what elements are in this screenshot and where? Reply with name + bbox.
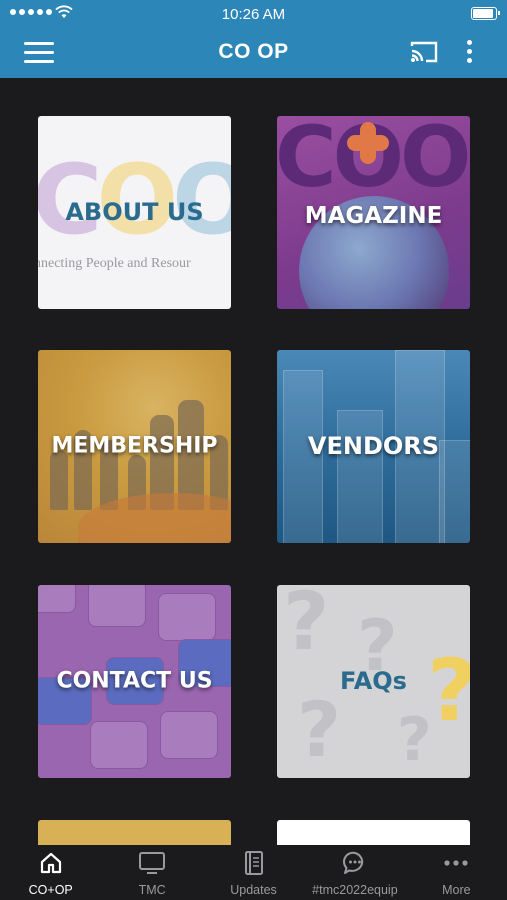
- battery-icon: [471, 7, 500, 20]
- status-time: 10:26 AM: [221, 6, 286, 23]
- nav-label: TMC: [138, 883, 166, 897]
- nav-item-coop[interactable]: CO+OP: [0, 845, 101, 900]
- tile-label: ABOUT US: [65, 198, 204, 226]
- app-bar: CO OP: [0, 28, 507, 78]
- tile-faqs[interactable]: ? ? ? ? ? FAQs: [277, 585, 470, 778]
- nav-item-tmc[interactable]: TMC: [101, 845, 202, 900]
- tile-label: MAGAZINE: [304, 203, 443, 229]
- nav-item-updates[interactable]: Updates: [203, 845, 304, 900]
- nav-label: CO+OP: [28, 883, 73, 897]
- tile-label: VENDORS: [307, 432, 440, 460]
- home-icon: [40, 852, 61, 874]
- tile-membership[interactable]: MEMBERSHIP: [38, 350, 231, 543]
- more-horizontal-icon: [444, 860, 468, 866]
- nav-item-tmc2022equip[interactable]: #tmc2022equip: [304, 845, 405, 900]
- tile-grid: COOP nnecting People and Resour ABOUT US…: [0, 78, 507, 845]
- tile-label: FAQs: [340, 667, 407, 695]
- nav-item-more[interactable]: More: [406, 845, 507, 900]
- book-icon: [244, 851, 263, 875]
- building-image: [337, 410, 383, 543]
- cast-icon[interactable]: [409, 40, 439, 64]
- monitor-icon: [139, 852, 166, 874]
- chat-bubble-icon: [342, 851, 364, 874]
- nav-label: More: [442, 883, 471, 897]
- bottom-navigation: CO+OP TMC Updates #tmc2022equip More: [0, 845, 507, 900]
- tile-vendors[interactable]: VENDORS: [277, 350, 470, 543]
- tile-about-us[interactable]: COOP nnecting People and Resour ABOUT US: [38, 116, 231, 309]
- tile-partial[interactable]: [38, 820, 231, 845]
- more-vertical-icon[interactable]: [467, 40, 473, 66]
- tile-magazine[interactable]: COOP MAGAZINE: [277, 116, 470, 309]
- cross-icon: [347, 122, 389, 164]
- tile-contact-us[interactable]: CONTACT US: [38, 585, 231, 778]
- tagline: nnecting People and Resour: [38, 256, 191, 271]
- tile-label: CONTACT US: [56, 668, 213, 694]
- nav-label: #tmc2022equip: [312, 883, 398, 897]
- tile-partial[interactable]: [277, 820, 470, 845]
- tile-label: MEMBERSHIP: [51, 433, 218, 459]
- status-bar: 10:26 AM: [0, 0, 507, 28]
- nav-label: Updates: [230, 883, 277, 897]
